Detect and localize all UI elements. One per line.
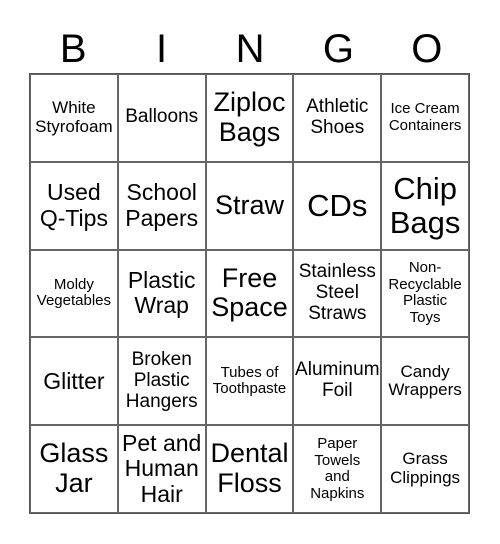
bingo-cell[interactable]: Broken Plastic Hangers	[117, 337, 206, 426]
cell-text: Glitter	[43, 367, 105, 394]
header-letter-o: O	[411, 27, 443, 71]
bingo-grid: White Styrofoam Balloons Ziploc Bags Ath…	[29, 73, 470, 514]
header-letter-n: N	[235, 27, 265, 71]
cell-text: Balloons	[125, 106, 199, 128]
cell-text: Free Space	[211, 262, 288, 323]
bingo-cell[interactable]: Pet and Human Hair	[117, 425, 206, 513]
cell-text: Pet and Human Hair	[122, 430, 202, 507]
bingo-cell[interactable]: Dental Floss	[205, 425, 294, 513]
bingo-cell[interactable]: Paper Towels and Napkins	[293, 425, 382, 513]
bingo-cell[interactable]: School Papers	[117, 161, 206, 250]
header-letter-i: I	[156, 27, 168, 71]
cell-text: Plastic Wrap	[127, 267, 196, 319]
cell-text: Used Q-Tips	[39, 179, 108, 231]
cell-text: Broken Plastic Hangers	[125, 348, 198, 412]
bingo-cell[interactable]: Athletic Shoes	[293, 74, 382, 162]
bingo-cell[interactable]: Balloons	[117, 74, 206, 162]
bingo-cell[interactable]: CDs	[293, 161, 382, 250]
cell-text: Stainless Steel Straws	[298, 261, 376, 324]
header-letter-b: B	[59, 27, 87, 71]
bingo-cell[interactable]: Chip Bags	[381, 161, 469, 250]
bingo-cell[interactable]: Straw	[205, 161, 294, 250]
bingo-cell[interactable]: Used Q-Tips	[30, 161, 118, 250]
cell-text: Athletic Shoes	[306, 96, 369, 138]
cell-text: Ziploc Bags	[213, 87, 286, 147]
bingo-cell[interactable]: Glitter	[30, 337, 118, 426]
free-space-cell[interactable]: Free Space	[205, 249, 294, 338]
cell-text: Glass Jar	[39, 438, 109, 499]
cell-text: Non- Recyclable Plastic Toys	[388, 259, 462, 326]
cell-text: Dental Floss	[210, 438, 289, 499]
bingo-cell[interactable]: Plastic Wrap	[117, 249, 206, 338]
cell-text: Ice Cream Containers	[388, 100, 462, 134]
cell-text: Tubes of Toothpaste	[212, 363, 287, 398]
bingo-cell[interactable]: Aluminum Foil	[293, 337, 382, 426]
cell-text: Straw	[214, 189, 284, 220]
bingo-cell[interactable]: Candy Wrappers	[381, 337, 469, 426]
cell-text: Chip Bags	[389, 170, 461, 240]
cell-text: White Styrofoam	[35, 98, 113, 136]
cell-text: Paper Towels and Napkins	[310, 435, 365, 502]
bingo-cell[interactable]: Moldy Vegetables	[30, 249, 118, 338]
cell-text: CDs	[307, 187, 368, 223]
bingo-header: B I N G O	[29, 24, 471, 74]
bingo-cell[interactable]: Tubes of Toothpaste	[205, 337, 294, 426]
cell-text: Moldy Vegetables	[36, 275, 112, 310]
cell-text: School Papers	[125, 179, 199, 231]
bingo-cell[interactable]: Grass Clippings	[381, 425, 469, 513]
header-letter-g: G	[322, 27, 354, 71]
bingo-cell[interactable]: Glass Jar	[30, 425, 118, 513]
bingo-cell[interactable]: Ziploc Bags	[205, 74, 294, 162]
cell-text: Candy Wrappers	[388, 361, 462, 400]
cell-text: Aluminum Foil	[295, 359, 380, 402]
bingo-cell[interactable]: Ice Cream Containers	[381, 74, 469, 162]
bingo-cell[interactable]: Stainless Steel Straws	[293, 249, 382, 338]
cell-text: Grass Clippings	[390, 449, 461, 488]
bingo-cell[interactable]: Non- Recyclable Plastic Toys	[381, 249, 469, 338]
bingo-cell[interactable]: White Styrofoam	[30, 74, 118, 162]
